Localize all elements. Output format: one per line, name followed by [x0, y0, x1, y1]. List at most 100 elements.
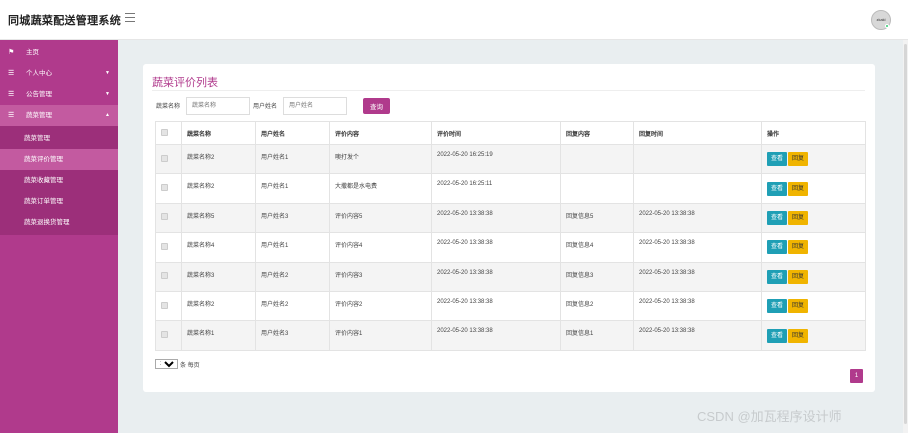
sidebar-item-label: 主页 — [26, 49, 39, 56]
table-cell — [633, 173, 762, 204]
table-cell: 用户姓名1 — [255, 232, 330, 263]
view-button[interactable]: 查看 — [767, 181, 788, 196]
column-header: 回复时间 — [633, 121, 762, 145]
row-actions-cell: 查看 回复 — [761, 173, 866, 204]
pagination-size: 10 条 每页 — [155, 359, 200, 369]
review-table: 蔬菜名称 用户姓名 评价内容 评价时间 回复内容 回复时间 操作 蔬菜名称2 用户… — [155, 121, 866, 351]
table-cell: 2022-05-20 13:38:38 — [633, 232, 762, 263]
row-checkbox[interactable] — [161, 301, 168, 309]
table-cell: 蔬菜名称2 — [181, 143, 256, 175]
table-cell: 评价内容1 — [329, 320, 432, 351]
row-checkbox[interactable] — [161, 242, 168, 250]
chevron-down-icon: ▼ — [105, 70, 110, 76]
sidebar-subitem-vegetables[interactable]: 蔬菜管理 — [0, 128, 118, 149]
select-all-cell — [155, 121, 182, 145]
column-header: 操作 — [761, 121, 866, 145]
row-checkbox[interactable] — [161, 213, 168, 221]
view-button[interactable]: 查看 — [767, 240, 788, 255]
table-cell: 回复信息5 — [560, 202, 634, 234]
row-actions-cell: 查看 回复 — [761, 261, 866, 292]
view-button[interactable]: 查看 — [767, 328, 788, 343]
table-cell: 用户姓名1 — [255, 143, 330, 175]
page-title: 蔬菜评价列表 — [152, 77, 218, 89]
row-select-cell — [155, 232, 182, 263]
list-icon: ☰ — [8, 70, 15, 77]
column-header: 评价内容 — [329, 121, 432, 145]
table-cell: 2022-05-20 13:38:38 — [431, 290, 561, 322]
table-cell: 2022-05-20 13:38:38 — [633, 290, 762, 322]
reply-button[interactable]: 回复 — [788, 328, 809, 343]
table-cell: 2022-05-20 16:25:11 — [431, 173, 561, 204]
reply-button[interactable]: 回复 — [788, 152, 809, 167]
sidebar-item-personal-center[interactable]: ☰ 个人中心 ▼ — [0, 63, 118, 84]
page-size-select[interactable]: 10 — [155, 359, 178, 369]
table-cell: 蔬菜名称2 — [181, 173, 256, 204]
reply-button[interactable]: 回复 — [788, 269, 809, 284]
table-row: 蔬菜名称1 用户姓名3 评价内容1 2022-05-20 13:38:38 回复信息1 2… — [155, 320, 866, 351]
row-select-cell — [155, 173, 182, 204]
table-cell: 用户姓名3 — [255, 202, 330, 234]
row-actions-cell: 查看 回复 — [761, 143, 866, 175]
sidebar-submenu: 蔬菜管理 蔬菜评价管理 蔬菜收藏管理 蔬菜订单管理 蔬菜退换货管理 — [0, 126, 118, 235]
reply-button[interactable]: 回复 — [788, 299, 809, 314]
sidebar-item-label: 个人中心 — [26, 70, 52, 77]
reply-button[interactable]: 回复 — [788, 210, 809, 225]
user-avatar[interactable]: zkaki — [871, 10, 891, 30]
row-checkbox[interactable] — [161, 184, 168, 192]
table-cell: 2022-05-20 13:38:38 — [633, 202, 762, 234]
sidebar-subitem-returns[interactable]: 蔬菜退换货管理 — [0, 212, 118, 233]
row-actions-cell: 查看 回复 — [761, 320, 866, 351]
table-row: 蔬菜名称3 用户姓名2 评价内容3 2022-05-20 13:38:38 回复信息3 2… — [155, 261, 866, 292]
view-button[interactable]: 查看 — [767, 152, 788, 167]
view-button[interactable]: 查看 — [767, 210, 788, 225]
chevron-down-icon: ▼ — [105, 91, 110, 97]
table-cell — [560, 173, 634, 204]
table-cell: 2022-05-20 13:38:38 — [431, 320, 561, 351]
column-header: 回复内容 — [560, 121, 634, 145]
hamburger-menu-icon[interactable] — [125, 13, 135, 22]
sidebar-subitem-orders[interactable]: 蔬菜订单管理 — [0, 191, 118, 212]
view-button[interactable]: 查看 — [767, 299, 788, 314]
sidebar-subitem-favorites[interactable]: 蔬菜收藏管理 — [0, 170, 118, 191]
veg-name-input[interactable] — [186, 97, 250, 115]
select-all-checkbox[interactable] — [161, 128, 168, 136]
table-body: 蔬菜名称2 用户姓名1 噢打发个 2022-05-20 16:25:19 查看 回复 蔬菜名… — [155, 143, 866, 351]
table-row: 蔬菜名称4 用户姓名1 评价内容4 2022-05-20 13:38:38 回复信息4 2… — [155, 232, 866, 263]
table-cell: 评价内容3 — [329, 261, 432, 292]
table-header-row: 蔬菜名称 用户姓名 评价内容 评价时间 回复内容 回复时间 操作 — [155, 121, 866, 145]
row-checkbox[interactable] — [161, 272, 168, 280]
table-cell: 2022-05-20 13:38:38 — [431, 202, 561, 234]
table-cell: 2022-05-20 13:38:38 — [431, 261, 561, 292]
table-row: 蔬菜名称2 用户姓名1 大撒都是水电费 2022-05-20 16:25:11 查看 回复 — [155, 173, 866, 204]
column-header: 评价时间 — [431, 121, 561, 145]
watermark-text: CSDN @加瓦程序设计师 — [697, 409, 842, 424]
column-header: 蔬菜名称 — [181, 121, 256, 145]
page-number-button[interactable]: 1 — [850, 369, 863, 383]
app-title: 同城蔬菜配送管理系统 — [8, 15, 121, 27]
scrollbar-thumb[interactable] — [904, 44, 907, 424]
view-button[interactable]: 查看 — [767, 269, 788, 284]
table-cell: 蔬菜名称1 — [181, 320, 256, 351]
user-name-input[interactable] — [283, 97, 347, 115]
review-list-panel: 蔬菜评价列表 蔬菜名称 用户姓名 查询 蔬菜名称 用户姓名 评价内容 评价时间 … — [143, 64, 875, 392]
table-row: 蔬菜名称5 用户姓名3 评价内容5 2022-05-20 13:38:38 回复信息5 2… — [155, 202, 866, 234]
sidebar-item-home[interactable]: ⚑ 主页 — [0, 42, 118, 63]
row-checkbox[interactable] — [161, 331, 168, 339]
table-cell: 用户姓名2 — [255, 261, 330, 292]
row-actions-cell: 查看 回复 — [761, 232, 866, 263]
sidebar-item-label: 蔬菜管理 — [26, 112, 52, 119]
row-select-cell — [155, 202, 182, 234]
sidebar-item-notice-management[interactable]: ☰ 公告管理 ▼ — [0, 84, 118, 105]
table-cell — [633, 143, 762, 175]
query-button[interactable]: 查询 — [363, 98, 390, 114]
sidebar: ⚑ 主页 ☰ 个人中心 ▼ ☰ 公告管理 ▼ ☰ 蔬菜管理 ▲ 蔬菜管理 蔬菜评… — [0, 40, 118, 433]
row-select-cell — [155, 143, 182, 175]
reply-button[interactable]: 回复 — [788, 181, 809, 196]
sidebar-subitem-reviews[interactable]: 蔬菜评价管理 — [0, 149, 118, 170]
sidebar-item-vegetable-management[interactable]: ☰ 蔬菜管理 ▲ — [0, 105, 118, 126]
list-icon: ☰ — [8, 91, 15, 98]
reply-button[interactable]: 回复 — [788, 240, 809, 255]
row-checkbox[interactable] — [161, 154, 168, 162]
table-cell: 2022-05-20 13:38:38 — [633, 261, 762, 292]
table-row: 蔬菜名称2 用户姓名2 评价内容2 2022-05-20 13:38:38 回复信息2 2… — [155, 290, 866, 322]
